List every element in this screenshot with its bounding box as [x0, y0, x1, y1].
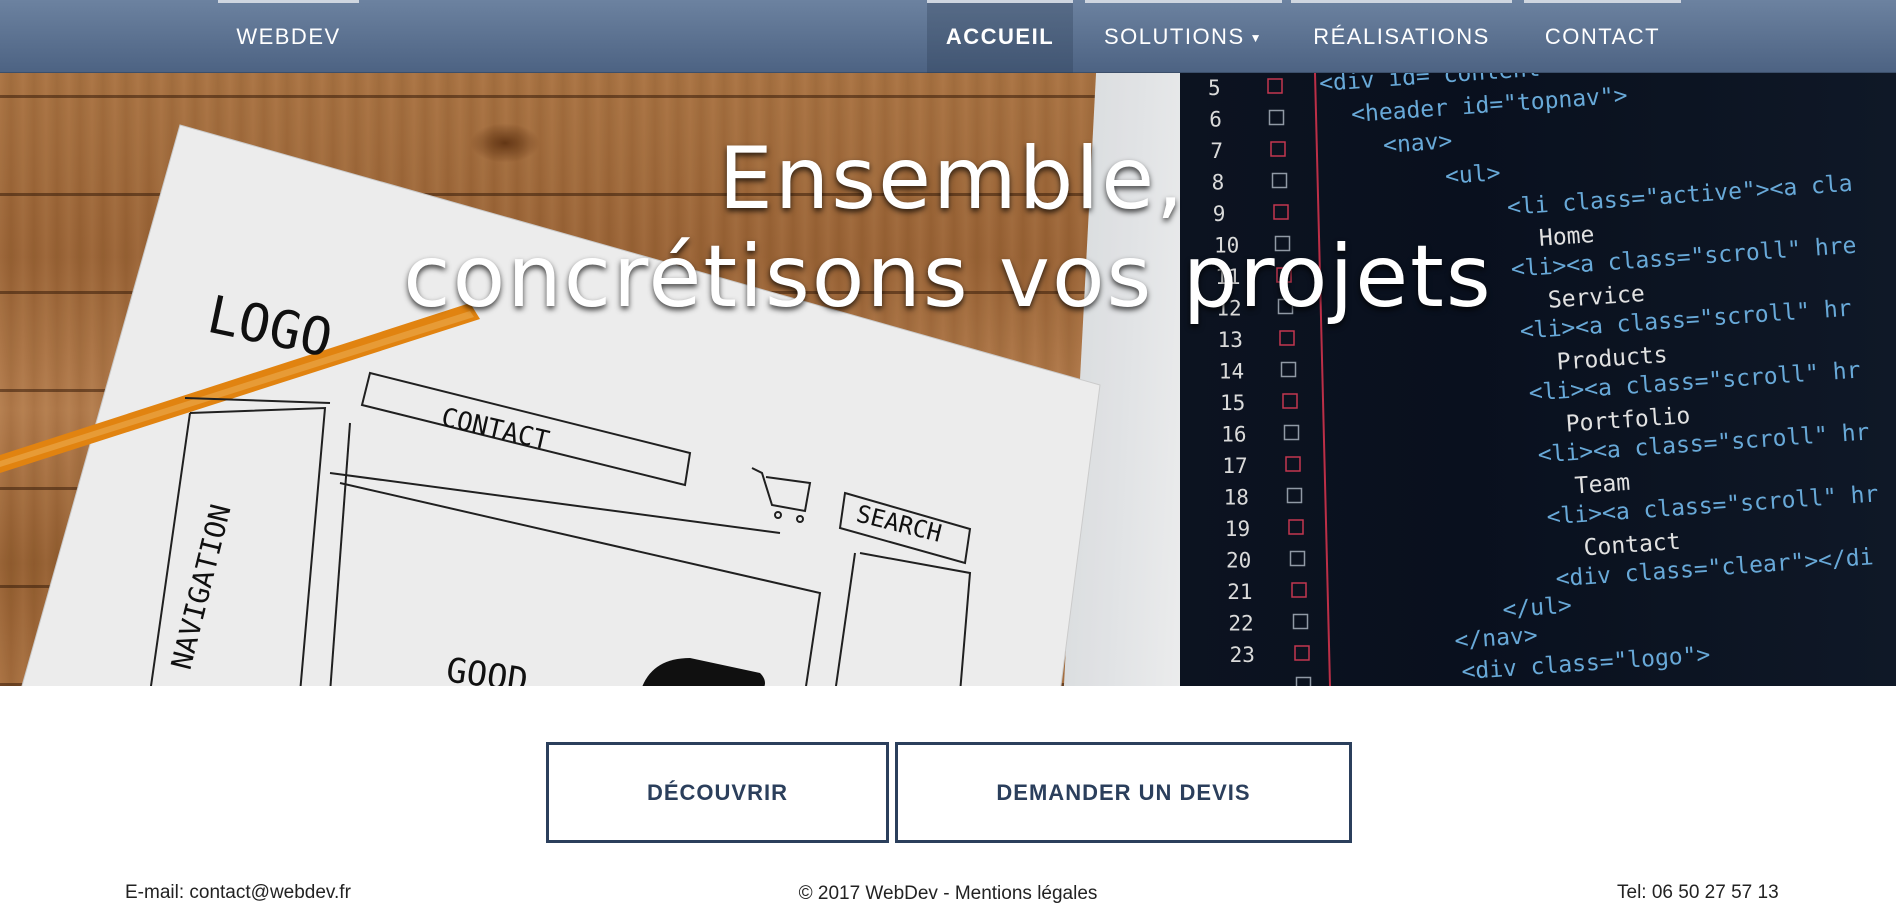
brand-label: WEBDEV [236, 23, 341, 49]
brand-logo-link[interactable]: WEBDEV [218, 0, 359, 73]
hero-heading-line-1: Ensemble, [718, 129, 1186, 229]
nav-top-accent [218, 0, 359, 3]
discover-button[interactable]: DÉCOUVRIR [546, 742, 889, 843]
nav-top-accent [1291, 0, 1512, 3]
nav-top-accent [1524, 0, 1681, 3]
hero-heading: Ensemble, concrétisons vos projets [0, 131, 1896, 327]
nav-top-accent [927, 0, 1073, 3]
caret-down-icon: ▼ [1249, 30, 1264, 45]
footer-phone[interactable]: Tel: 06 50 27 57 13 [1617, 882, 1779, 904]
top-navbar: WEBDEV ACCUEIL SOLUTIONS ▼ RÉALISATIONS … [0, 0, 1896, 73]
nav-item-accueil[interactable]: ACCUEIL [927, 0, 1073, 73]
nav-item-label: ACCUEIL [945, 23, 1055, 49]
nav-item-contact[interactable]: CONTACT [1524, 0, 1681, 73]
nav-item-label: RÉALISATIONS [1313, 23, 1490, 49]
nav-item-label: SOLUTIONS [1103, 23, 1245, 49]
hero-banner: LOGO CONTACT SEARCH NAVIGATION GOOD 5 <di… [0, 73, 1896, 686]
hero-heading-line-2: concrétisons vos projets [403, 227, 1493, 327]
footer-copyright[interactable]: © 2017 WebDev - Mentions légales [0, 883, 1896, 905]
nav-top-accent [1085, 0, 1282, 3]
nav-item-realisations[interactable]: RÉALISATIONS [1291, 0, 1512, 73]
request-quote-button[interactable]: DEMANDER UN DEVIS [895, 742, 1352, 843]
nav-item-solutions-dropdown[interactable]: SOLUTIONS ▼ [1085, 0, 1282, 73]
nav-item-label: CONTACT [1544, 23, 1661, 49]
